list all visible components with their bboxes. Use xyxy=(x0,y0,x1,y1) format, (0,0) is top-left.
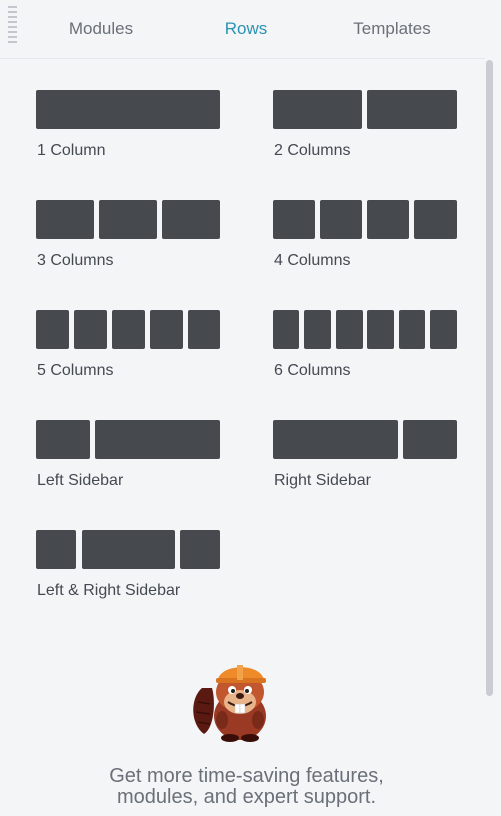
column-block xyxy=(367,310,394,349)
column-block xyxy=(99,200,157,239)
upgrade-promo-text: Get more time-saving features, modules, … xyxy=(60,766,433,808)
column-block xyxy=(273,90,362,129)
column-block xyxy=(414,200,457,239)
panel-tabs: Modules Rows Templates xyxy=(0,0,501,58)
layout-label: Left & Right Sidebar xyxy=(37,582,181,599)
layout-preview xyxy=(36,530,220,569)
layout-preview xyxy=(273,420,457,459)
layout-label: 5 Columns xyxy=(37,362,114,379)
layout-label: 6 Columns xyxy=(274,362,351,379)
row-layout-6-columns[interactable]: 6 Columns xyxy=(273,310,457,379)
row-layout-left-right-sidebar[interactable]: Left & Right Sidebar xyxy=(36,530,220,599)
layout-preview xyxy=(36,310,220,349)
layout-preview xyxy=(36,200,220,239)
sidebar-block xyxy=(180,530,220,569)
column-block xyxy=(95,420,220,459)
tab-templates[interactable]: Templates xyxy=(344,18,440,40)
layout-preview xyxy=(36,90,220,129)
layout-preview xyxy=(273,200,457,239)
layout-label: 3 Columns xyxy=(37,252,114,269)
column-block xyxy=(74,310,107,349)
column-block xyxy=(150,310,183,349)
column-block xyxy=(112,310,145,349)
tabs-divider xyxy=(0,58,485,59)
layout-preview xyxy=(36,420,220,459)
tab-modules[interactable]: Modules xyxy=(58,18,144,40)
column-block xyxy=(82,530,175,569)
row-layout-1-column[interactable]: 1 Column xyxy=(36,90,220,159)
column-block xyxy=(273,310,299,349)
column-block xyxy=(320,200,362,239)
column-block xyxy=(430,310,457,349)
column-block xyxy=(273,200,315,239)
promo-line-2: modules, and expert support. xyxy=(116,786,377,808)
layout-label: Left Sidebar xyxy=(37,472,124,489)
column-block xyxy=(36,200,94,239)
column-block xyxy=(36,90,220,129)
column-block xyxy=(367,90,457,129)
sidebar-block xyxy=(403,420,457,459)
drag-handle-icon[interactable] xyxy=(8,6,20,46)
tab-rows[interactable]: Rows xyxy=(216,18,276,40)
column-block xyxy=(188,310,220,349)
layout-label: 2 Columns xyxy=(274,142,351,159)
column-block xyxy=(399,310,425,349)
row-layout-left-sidebar[interactable]: Left Sidebar xyxy=(36,420,220,489)
scrollbar-thumb[interactable] xyxy=(486,60,493,696)
beaver-mascot-icon xyxy=(193,665,266,742)
layout-label: 1 Column xyxy=(37,142,106,159)
layout-preview xyxy=(273,90,457,129)
column-block xyxy=(36,310,69,349)
sidebar-block xyxy=(36,530,76,569)
layout-preview xyxy=(273,310,457,349)
row-layout-5-columns[interactable]: 5 Columns xyxy=(36,310,220,379)
promo-line-1: Get more time-saving features, xyxy=(109,765,384,787)
row-layout-4-columns[interactable]: 4 Columns xyxy=(273,200,457,269)
row-layout-right-sidebar[interactable]: Right Sidebar xyxy=(273,420,457,489)
column-block xyxy=(162,200,220,239)
row-layout-3-columns[interactable]: 3 Columns xyxy=(36,200,220,269)
column-block xyxy=(367,200,409,239)
layout-label: 4 Columns xyxy=(274,252,351,269)
column-block xyxy=(273,420,398,459)
layout-label: Right Sidebar xyxy=(274,472,371,489)
column-block xyxy=(304,310,331,349)
sidebar-block xyxy=(36,420,90,459)
content-panel: Modules Rows Templates 1 Column 2 Column… xyxy=(0,0,501,816)
column-block xyxy=(336,310,363,349)
row-layout-2-columns[interactable]: 2 Columns xyxy=(273,90,457,159)
